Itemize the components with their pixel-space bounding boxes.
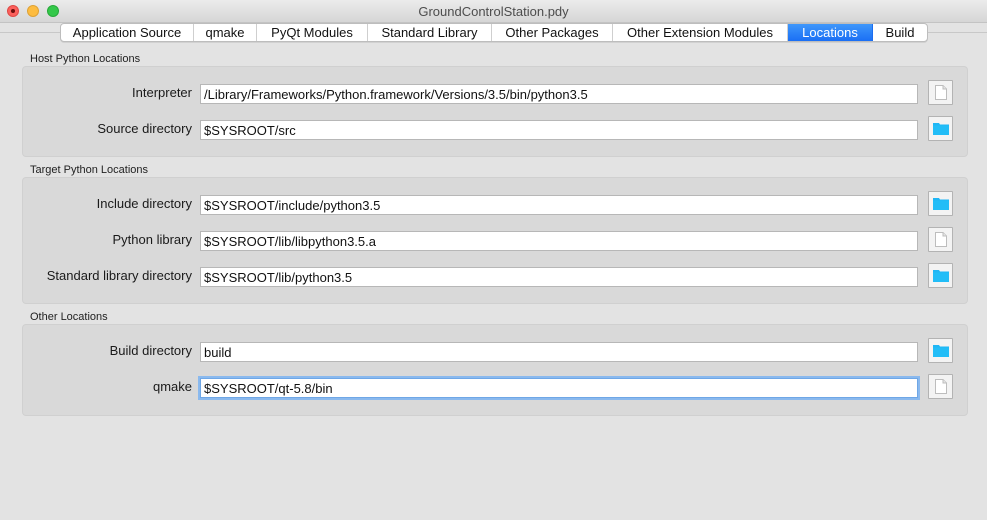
standard-library-directory-row: Standard library directory <box>23 263 967 288</box>
interpreter-row: Interpreter <box>23 80 967 105</box>
standard-library-directory-input[interactable] <box>200 267 918 287</box>
include-directory-label: Include directory <box>96 196 192 211</box>
include-directory-browse-button[interactable] <box>928 191 953 216</box>
source-directory-input[interactable] <box>200 120 918 140</box>
source-directory-browse-button[interactable] <box>928 116 953 141</box>
host-python-locations-label: Host Python Locations <box>30 53 141 65</box>
build-directory-label: Build directory <box>109 343 192 358</box>
tab-other-packages[interactable]: Other Packages <box>492 24 613 41</box>
python-library-row: Python library <box>23 227 967 252</box>
file-icon <box>934 379 947 394</box>
tab-locations[interactable]: Locations <box>788 24 873 41</box>
qmake-input[interactable] <box>200 378 918 398</box>
file-icon <box>934 85 947 100</box>
tab-divider-left <box>0 32 60 33</box>
python-library-browse-button[interactable] <box>928 227 953 252</box>
folder-icon <box>932 123 949 135</box>
include-directory-input[interactable] <box>200 195 918 215</box>
qmake-label: qmake <box>152 379 192 394</box>
python-library-label: Python library <box>112 232 192 247</box>
target-python-locations-group: Include directory Python library Standar… <box>22 177 968 304</box>
standard-library-directory-label: Standard library directory <box>46 268 192 283</box>
build-directory-browse-button[interactable] <box>928 338 953 363</box>
interpreter-label: Interpreter <box>132 85 192 100</box>
other-locations-group: Build directory qmake <box>22 324 968 416</box>
source-directory-row: Source directory <box>23 116 967 141</box>
qmake-browse-button[interactable] <box>928 374 953 399</box>
tab-bar: Application Source qmake PyQt Modules St… <box>60 23 928 42</box>
target-python-locations-label: Target Python Locations <box>30 164 149 176</box>
tab-qmake[interactable]: qmake <box>194 24 257 41</box>
title-bar: GroundControlStation.pdy <box>0 0 987 23</box>
build-directory-input[interactable] <box>200 342 918 362</box>
build-directory-row: Build directory <box>23 338 967 363</box>
tab-other-extension-modules[interactable]: Other Extension Modules <box>613 24 788 41</box>
folder-icon <box>932 270 949 282</box>
tab-divider-right <box>928 32 987 33</box>
standard-library-directory-browse-button[interactable] <box>928 263 953 288</box>
interpreter-browse-button[interactable] <box>928 80 953 105</box>
source-directory-label: Source directory <box>97 121 192 136</box>
host-python-locations-group: Interpreter Source directory <box>22 66 968 157</box>
tab-application-source[interactable]: Application Source <box>61 24 194 41</box>
tab-standard-library[interactable]: Standard Library <box>368 24 492 41</box>
include-directory-row: Include directory <box>23 191 967 216</box>
window-title: GroundControlStation.pdy <box>418 4 569 19</box>
folder-icon <box>932 345 949 357</box>
file-icon <box>934 232 947 247</box>
other-locations-label: Other Locations <box>30 311 108 323</box>
python-library-input[interactable] <box>200 231 918 251</box>
qmake-row: qmake <box>23 374 967 399</box>
tab-build[interactable]: Build <box>873 24 927 41</box>
folder-icon <box>932 198 949 210</box>
tab-pyqt-modules[interactable]: PyQt Modules <box>257 24 368 41</box>
interpreter-input[interactable] <box>200 84 918 104</box>
